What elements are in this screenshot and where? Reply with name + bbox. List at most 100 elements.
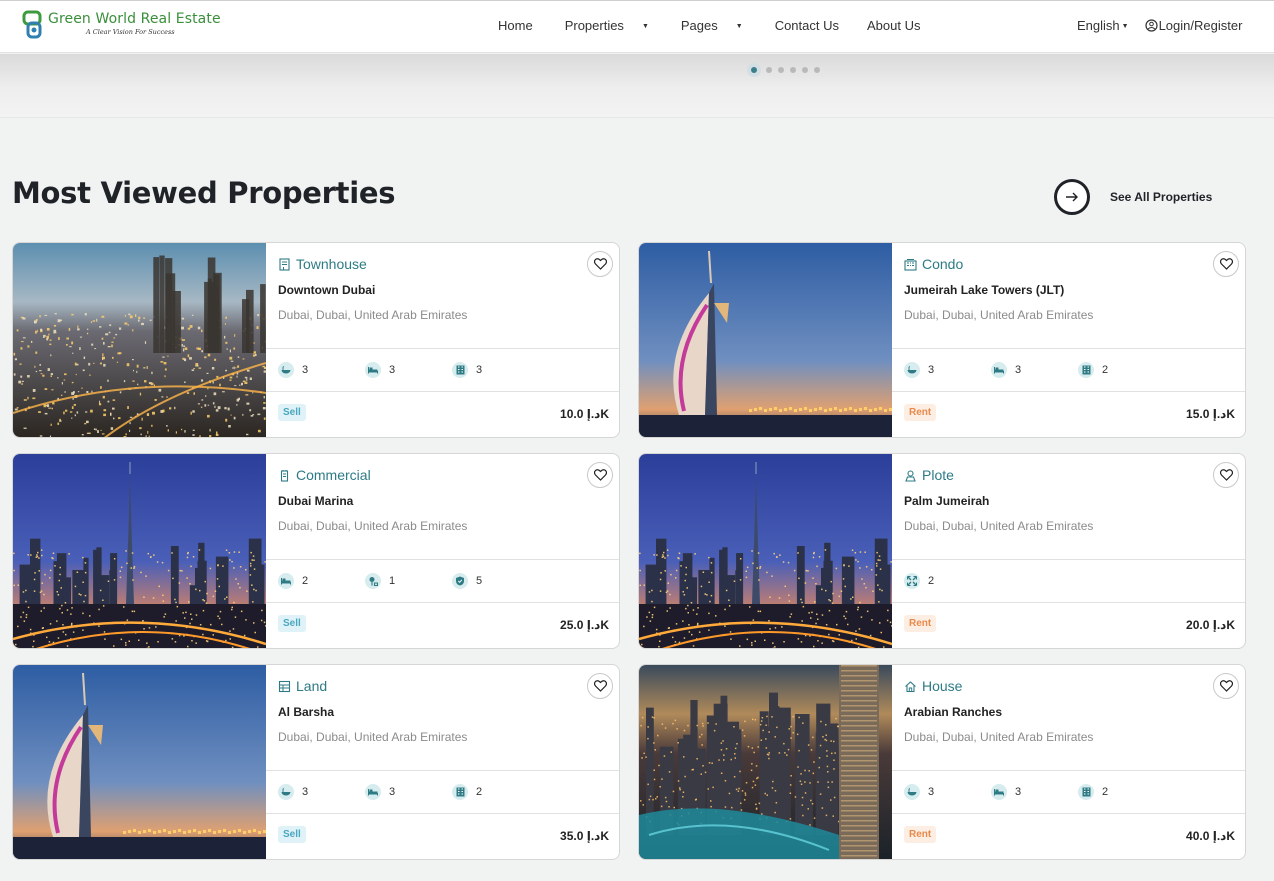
top-navbar: Green World Real Estate A Clear Vision F… <box>0 0 1274 53</box>
nav-properties-label: Properties <box>564 18 624 33</box>
property-name[interactable]: Palm Jumeirah <box>904 494 989 508</box>
bathtub-icon <box>278 362 294 378</box>
property-type-label: House <box>922 678 963 694</box>
login-register-link[interactable]: Login/Register <box>1144 18 1242 33</box>
favorite-button[interactable] <box>587 462 613 488</box>
divider <box>266 813 619 814</box>
property-feature: 3 <box>365 362 395 378</box>
divider <box>266 770 619 771</box>
property-price: 15.0 د.إK <box>1186 407 1235 421</box>
property-feature: 5 <box>452 573 482 589</box>
language-label: English <box>1077 18 1120 33</box>
property-feature: 2 <box>278 573 308 589</box>
divider <box>892 813 1245 814</box>
divider <box>266 391 619 392</box>
property-feature: 3 <box>365 784 395 800</box>
heart-icon <box>1219 469 1233 481</box>
property-card[interactable]: Commercial Dubai Marina Dubai, Dubai, Un… <box>12 453 620 649</box>
favorite-button[interactable] <box>1213 251 1239 277</box>
nav-about[interactable]: About Us <box>867 18 936 33</box>
property-type: Plote <box>904 467 954 483</box>
favorite-button[interactable] <box>587 673 613 699</box>
property-card[interactable]: Townhouse Downtown Dubai Dubai, Dubai, U… <box>12 242 620 438</box>
property-name[interactable]: Downtown Dubai <box>278 283 375 297</box>
nav-pages[interactable]: Pages ▼ <box>681 18 759 33</box>
bed-icon <box>991 362 1007 378</box>
property-card[interactable]: House Arabian Ranches Dubai, Dubai, Unit… <box>638 664 1246 860</box>
property-image[interactable] <box>639 665 892 859</box>
property-name[interactable]: Arabian Ranches <box>904 705 1002 719</box>
caret-down-icon: ▼ <box>1121 23 1129 30</box>
area-icon <box>904 573 920 589</box>
property-card-body: Condo Jumeirah Lake Towers (JLT) Dubai, … <box>892 243 1245 437</box>
divider <box>892 348 1245 349</box>
property-image[interactable] <box>639 454 892 648</box>
divider <box>892 391 1245 392</box>
property-card[interactable]: Plote Palm Jumeirah Dubai, Dubai, United… <box>638 453 1246 649</box>
property-feature: 3 <box>991 362 1021 378</box>
language-selector[interactable]: English ▼ <box>1077 18 1129 33</box>
divider <box>892 770 1245 771</box>
property-feature: 1 <box>365 573 395 589</box>
divider <box>266 602 619 603</box>
carousel-dot-5[interactable] <box>802 67 808 73</box>
favorite-button[interactable] <box>587 251 613 277</box>
property-card[interactable]: Land Al Barsha Dubai, Dubai, United Arab… <box>12 664 620 860</box>
favorite-button[interactable] <box>1213 462 1239 488</box>
property-location: Dubai, Dubai, United Arab Emirates <box>904 308 1094 322</box>
property-type: Land <box>278 678 327 694</box>
user-icon <box>1144 19 1158 32</box>
carousel-dot-1[interactable] <box>747 63 761 77</box>
property-type: House <box>904 678 962 694</box>
caret-down-icon: ▼ <box>735 23 743 30</box>
property-type-label: Townhouse <box>296 256 367 272</box>
favorite-button[interactable] <box>1213 673 1239 699</box>
feature-value: 1 <box>389 575 396 587</box>
feature-value: 3 <box>389 364 396 376</box>
feature-value: 3 <box>928 786 935 798</box>
heart-icon <box>1219 258 1233 270</box>
property-price: 40.0 د.إK <box>1186 829 1235 843</box>
property-image[interactable] <box>13 454 266 648</box>
property-feature: 2 <box>904 573 934 589</box>
feature-value: 3 <box>1015 364 1022 376</box>
section-title: Most Viewed Properties <box>12 176 396 210</box>
property-price: 10.0 د.إK <box>560 407 609 421</box>
property-location: Dubai, Dubai, United Arab Emirates <box>278 730 468 744</box>
nav-contact[interactable]: Contact Us <box>775 18 855 33</box>
brand-logo[interactable]: Green World Real Estate A Clear Vision F… <box>22 10 221 40</box>
carousel-indicators <box>747 63 826 77</box>
carousel-dot-4[interactable] <box>790 67 796 73</box>
bathtub-icon <box>904 784 920 800</box>
property-type: Commercial <box>278 467 371 483</box>
property-feature: 3 <box>991 784 1021 800</box>
property-image[interactable] <box>639 243 892 437</box>
property-card[interactable]: Condo Jumeirah Lake Towers (JLT) Dubai, … <box>638 242 1246 438</box>
property-name[interactable]: Jumeirah Lake Towers (JLT) <box>904 283 1064 297</box>
property-image[interactable] <box>13 665 266 859</box>
property-card-body: Plote Palm Jumeirah Dubai, Dubai, United… <box>892 454 1245 648</box>
bed-icon <box>278 573 294 589</box>
carousel-dot-6[interactable] <box>814 67 820 73</box>
see-all-properties-link[interactable]: See All Properties <box>1054 179 1212 215</box>
feature-value: 3 <box>389 786 396 798</box>
nav-home[interactable]: Home <box>498 18 549 33</box>
see-all-label: See All Properties <box>1110 190 1213 204</box>
heart-icon <box>593 469 607 481</box>
property-location: Dubai, Dubai, United Arab Emirates <box>904 730 1094 744</box>
divider <box>266 559 619 560</box>
feature-value: 3 <box>1015 786 1022 798</box>
property-price: 35.0 د.إK <box>560 829 609 843</box>
building-icon <box>452 362 468 378</box>
carousel-dot-2[interactable] <box>766 67 772 73</box>
property-name[interactable]: Al Barsha <box>278 705 334 719</box>
property-feature: 3 <box>278 784 308 800</box>
condo-icon <box>904 258 917 271</box>
nav-properties[interactable]: Properties ▼ <box>565 18 665 33</box>
carousel-dot-3[interactable] <box>778 67 784 73</box>
property-image[interactable] <box>13 243 266 437</box>
property-card-body: Land Al Barsha Dubai, Dubai, United Arab… <box>266 665 619 859</box>
property-name[interactable]: Dubai Marina <box>278 494 353 508</box>
property-type-label: Condo <box>922 256 964 272</box>
nav-right: English ▼ Login/Register <box>1077 18 1242 33</box>
